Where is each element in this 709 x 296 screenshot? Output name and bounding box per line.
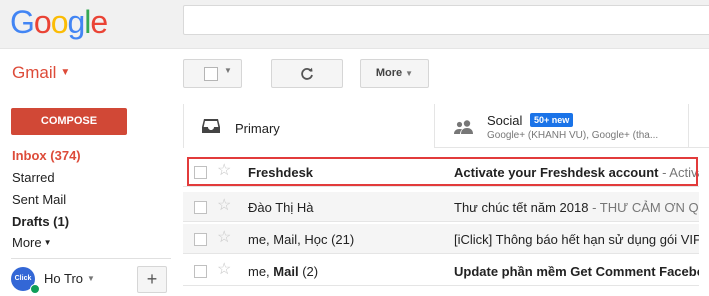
new-count-badge: 50+ new bbox=[530, 113, 574, 127]
chevron-down-icon: ▼ bbox=[60, 67, 71, 78]
email-row[interactable]: ☆ me, Mail, Học (21) [iClick] Thông báo … bbox=[183, 224, 709, 254]
email-subject: [iClick] Thông báo hết hạn sử dụng gói V… bbox=[454, 232, 709, 247]
tab-primary-label: Primary bbox=[235, 121, 280, 136]
chevron-down-icon: ▼ bbox=[405, 69, 414, 78]
star-icon[interactable]: ☆ bbox=[217, 261, 231, 279]
search-input[interactable] bbox=[183, 5, 709, 35]
refresh-button[interactable] bbox=[271, 59, 343, 88]
highlight-box bbox=[187, 157, 698, 186]
email-snippet: - THƯ CẢM ƠN QUÝ bbox=[588, 200, 709, 215]
new-conversation-button[interactable]: + bbox=[137, 266, 167, 293]
email-row[interactable]: ☆ Đào Thị Hà Thư chúc tết năm 2018 - THƯ… bbox=[183, 192, 709, 222]
tab-separator bbox=[688, 104, 689, 148]
email-subject: Update phần mềm Get Comment Faceboo bbox=[454, 264, 709, 279]
row-checkbox[interactable] bbox=[194, 233, 207, 246]
checkbox-icon bbox=[204, 67, 218, 81]
email-subject: Thư chúc tết năm 2018 - THƯ CẢM ƠN QUÝ bbox=[454, 200, 709, 215]
divider bbox=[11, 258, 171, 259]
row-checkbox[interactable] bbox=[194, 201, 207, 214]
people-icon bbox=[454, 120, 473, 134]
email-sender: me, Mail, Học (21) bbox=[248, 232, 355, 247]
tab-social[interactable]: Social bbox=[487, 113, 522, 128]
sidebar-item-sent-mail[interactable]: Sent Mail bbox=[12, 191, 66, 209]
google-logo[interactable]: Google bbox=[10, 0, 108, 44]
refresh-icon bbox=[301, 67, 313, 80]
inbox-tray-icon bbox=[202, 119, 220, 133]
star-icon[interactable]: ☆ bbox=[217, 197, 231, 215]
email-sender: Đào Thị Hà bbox=[248, 200, 314, 215]
hangouts-user-menu[interactable]: Ho Tro ▼ bbox=[44, 271, 95, 286]
chevron-down-icon: ▼ bbox=[224, 66, 232, 75]
star-icon[interactable]: ☆ bbox=[217, 229, 231, 247]
sidebar-item-inbox[interactable]: Inbox (374) bbox=[12, 147, 81, 165]
email-sender: me, Mail (2) bbox=[248, 264, 319, 279]
sidebar-item-starred[interactable]: Starred bbox=[12, 169, 55, 187]
sidebar-item-drafts[interactable]: Drafts (1) bbox=[12, 213, 69, 231]
tab-social-senders: Google+ (KHANH VU), Google+ (tha... bbox=[487, 130, 659, 141]
sidebar-item-more[interactable]: More ▼ bbox=[12, 234, 52, 252]
right-edge bbox=[699, 148, 709, 296]
online-status-icon bbox=[30, 284, 40, 294]
more-button[interactable]: More ▼ bbox=[360, 59, 429, 88]
chevron-down-icon: ▼ bbox=[87, 274, 95, 283]
row-checkbox[interactable] bbox=[194, 265, 207, 278]
chevron-down-icon: ▼ bbox=[43, 238, 52, 247]
compose-button[interactable]: COMPOSE bbox=[11, 108, 127, 135]
select-checkbox-button[interactable]: ▼ bbox=[183, 59, 242, 88]
gmail-app-switcher[interactable]: Gmail ▼ bbox=[12, 62, 70, 84]
email-row[interactable]: ☆ me, Mail (2) Update phần mềm Get Comme… bbox=[183, 256, 709, 286]
